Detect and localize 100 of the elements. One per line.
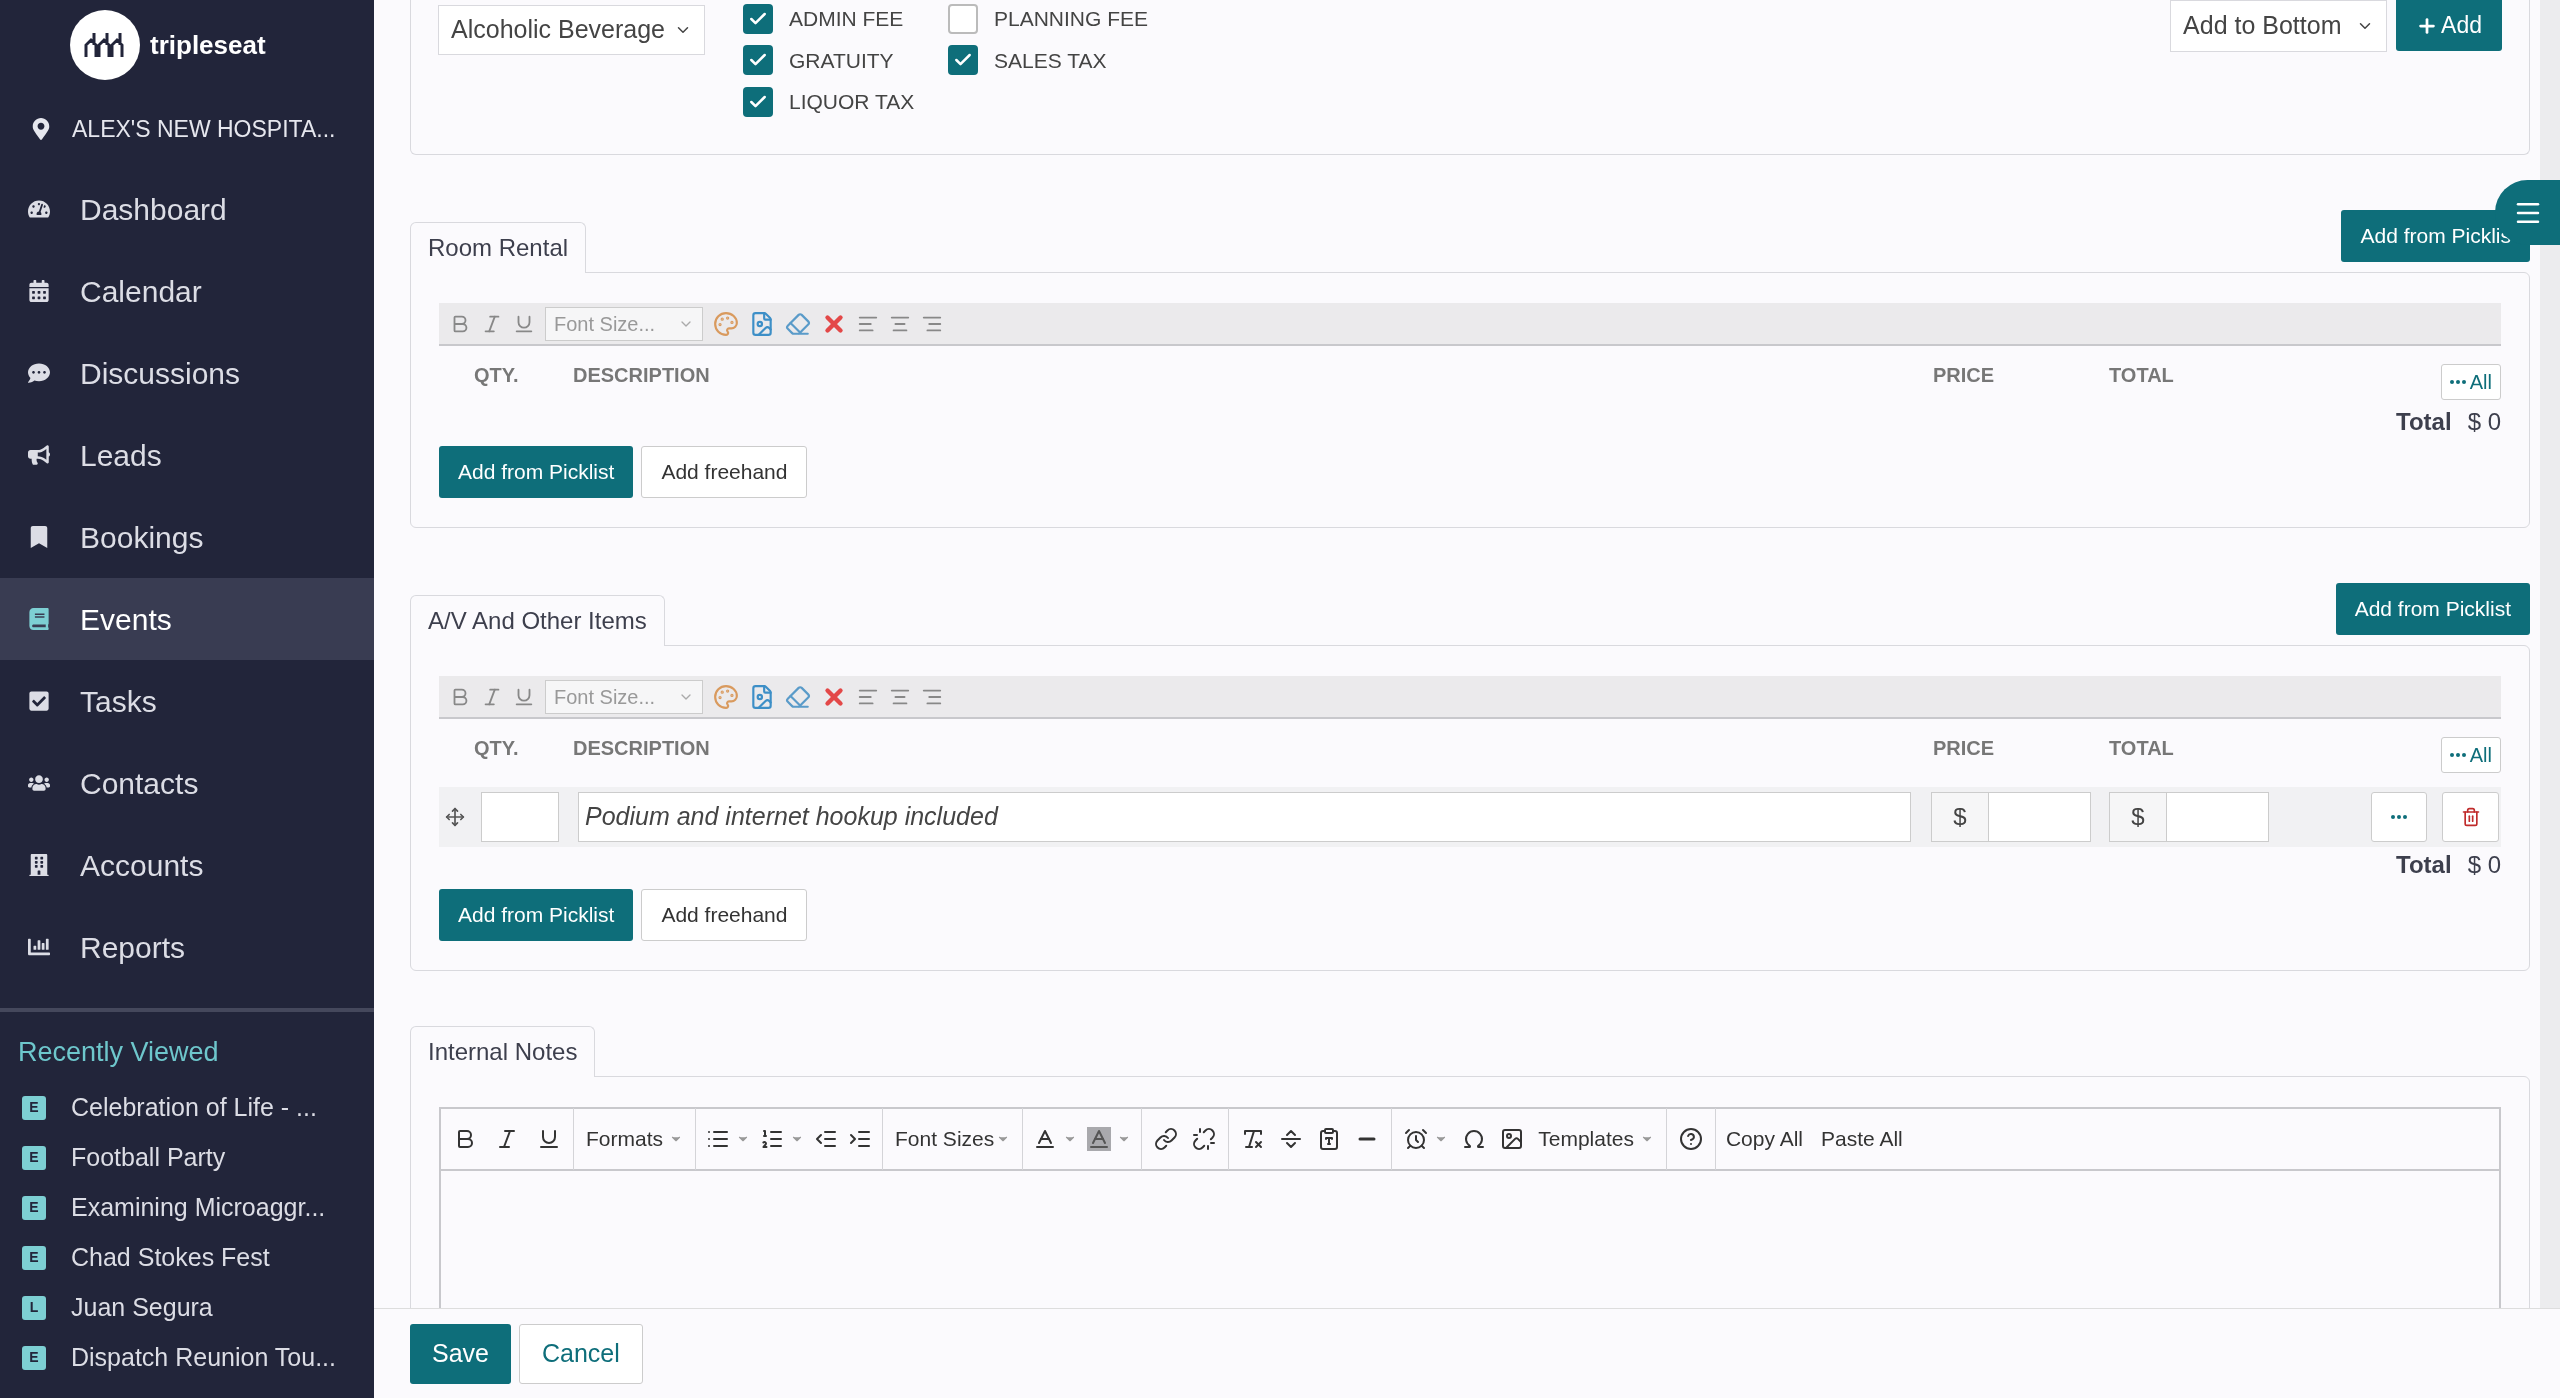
drag-handle-icon[interactable] [445,807,465,827]
nav-item[interactable]: Dashboard [0,168,374,250]
ellipsis-icon [2449,753,2466,757]
rich-text-editor[interactable]: Formats Font Sizes Templates Copy All Paste All [439,1107,2501,1308]
nav-item[interactable]: Leads [0,414,374,496]
currency-addon: $ [1931,792,1989,842]
alarm-clock-icon [1404,1127,1429,1151]
megaphone-icon [28,444,50,466]
nav-item[interactable]: Events [0,578,374,660]
checkbox[interactable] [948,3,978,34]
image-icon[interactable] [1500,1127,1525,1151]
help-icon[interactable] [1678,1127,1703,1151]
section-tab[interactable]: A/V And Other Items [410,595,665,646]
recent-item[interactable]: E Dispatch Reunion Tou... [0,1332,374,1383]
all-actions-button[interactable]: All [2440,737,2501,773]
quantity-field[interactable] [481,792,559,842]
description-field[interactable]: Podium and internet hookup included [578,792,1911,842]
special-character-icon[interactable] [1462,1127,1487,1151]
column-header: DESCRIPTION [573,736,711,761]
nav-item[interactable]: Accounts [0,824,374,906]
unlink-icon[interactable] [1192,1127,1217,1151]
column-header: PRICE [1933,736,1996,761]
page-break-icon[interactable] [1279,1127,1304,1151]
paste-all-button[interactable]: Paste All [1821,1123,1903,1155]
add-from-picklist-button[interactable]: Add from Picklis [2341,210,2530,262]
delete-button[interactable] [2442,792,2499,842]
add-button[interactable]: Add [2396,0,2502,51]
fee-checkbox[interactable]: ADMIN FEE [743,3,948,35]
formats-dropdown[interactable]: Formats [574,1123,695,1155]
recent-item[interactable]: E Chad Stokes Fest [0,1232,374,1283]
nav-item[interactable]: Contacts [0,742,374,824]
type-badge: E [22,1095,46,1120]
fee-checkbox[interactable]: LIQUOR TAX [743,86,948,118]
building-icon [28,854,50,876]
image-edit-icon[interactable] [749,683,775,710]
column-header: QTY. [474,736,520,761]
add-freehand-button[interactable]: Add freehand [641,889,808,941]
brand-name: tripleseat [150,28,266,62]
add-from-picklist-button[interactable]: Add from Picklist [439,446,634,498]
recent-item[interactable]: E Celebration of Life - ... [0,1082,374,1133]
column-header: QTY. [474,363,520,388]
type-badge: L [22,1295,46,1320]
currency-addon: $ [2109,792,2167,842]
checkbox[interactable] [743,45,773,76]
add-from-picklist-button[interactable]: Add from Picklist [2335,583,2530,635]
column-header: DESCRIPTION [573,363,711,388]
total-value: $ 0 [2467,407,2501,437]
column-header: TOTAL [2109,363,2174,388]
recently-viewed-heading: Recently Viewed [17,1036,220,1069]
checkbox-icon [28,690,50,712]
recent-item[interactable]: L Juan Segura [0,1282,374,1333]
type-badge: E [22,1145,46,1170]
add-from-picklist-button[interactable]: Add from Picklist [439,889,634,941]
save-button[interactable]: Save [410,1323,511,1384]
section-tab[interactable]: Room Rental [410,222,587,273]
templates-dropdown[interactable]: Templates [1538,1123,1654,1155]
add-freehand-button[interactable]: Add freehand [641,446,808,498]
total-value: $ 0 [2467,850,2501,880]
nav-item[interactable]: Tasks [0,660,374,742]
checkbox[interactable] [948,45,978,76]
all-actions-button[interactable]: All [2440,364,2501,400]
type-badge: E [22,1345,46,1370]
nav-item[interactable]: Calendar [0,250,374,332]
calendar-icon [28,280,50,302]
checkbox[interactable] [743,86,773,117]
image-edit-icon[interactable] [749,310,775,337]
nav-item[interactable]: Reports [0,906,374,988]
link-icon[interactable] [1154,1127,1179,1151]
location-selector[interactable]: ALEX'S NEW HOSPITA... [0,90,374,168]
type-badge: E [22,1245,46,1270]
fee-checkbox[interactable]: GRATUITY [743,44,948,76]
nav-item[interactable]: Bookings [0,496,374,578]
fee-checkbox[interactable]: PLANNING FEE [948,3,1188,35]
book-icon [28,608,50,630]
recent-item[interactable]: E Examining Microaggr... [0,1182,374,1233]
numbered-list-button[interactable] [760,1127,804,1151]
underline-icon[interactable] [537,1127,561,1151]
map-pin-icon [30,118,52,140]
price-field[interactable] [1989,792,2091,842]
checkbox[interactable] [743,3,773,34]
position-select[interactable]: Add to Bottom [2170,0,2388,52]
copy-all-button[interactable]: Copy All [1725,1123,1803,1155]
speech-bubble-icon [28,362,50,384]
trash-icon [2460,807,2481,827]
category-select[interactable]: Alcoholic Beverage [438,5,705,55]
ellipsis-icon [2391,815,2407,819]
numbered-list-icon [760,1127,784,1151]
fee-checkbox[interactable]: SALES TAX [948,44,1188,76]
total-field[interactable] [2167,792,2269,842]
total-label: Total [2396,407,2452,437]
nav-item[interactable]: Discussions [0,332,374,414]
recent-item[interactable]: E Football Party [0,1132,374,1183]
column-header: PRICE [1933,363,1996,388]
font-sizes-dropdown[interactable]: Font Sizes [883,1123,1023,1155]
bookmark-icon [28,526,50,548]
type-badge: E [22,1195,46,1220]
bar-chart-icon [28,936,50,958]
section-tab[interactable]: Internal Notes [410,1026,596,1077]
cancel-button[interactable]: Cancel [519,1323,643,1384]
ellipsis-icon [2449,380,2466,384]
